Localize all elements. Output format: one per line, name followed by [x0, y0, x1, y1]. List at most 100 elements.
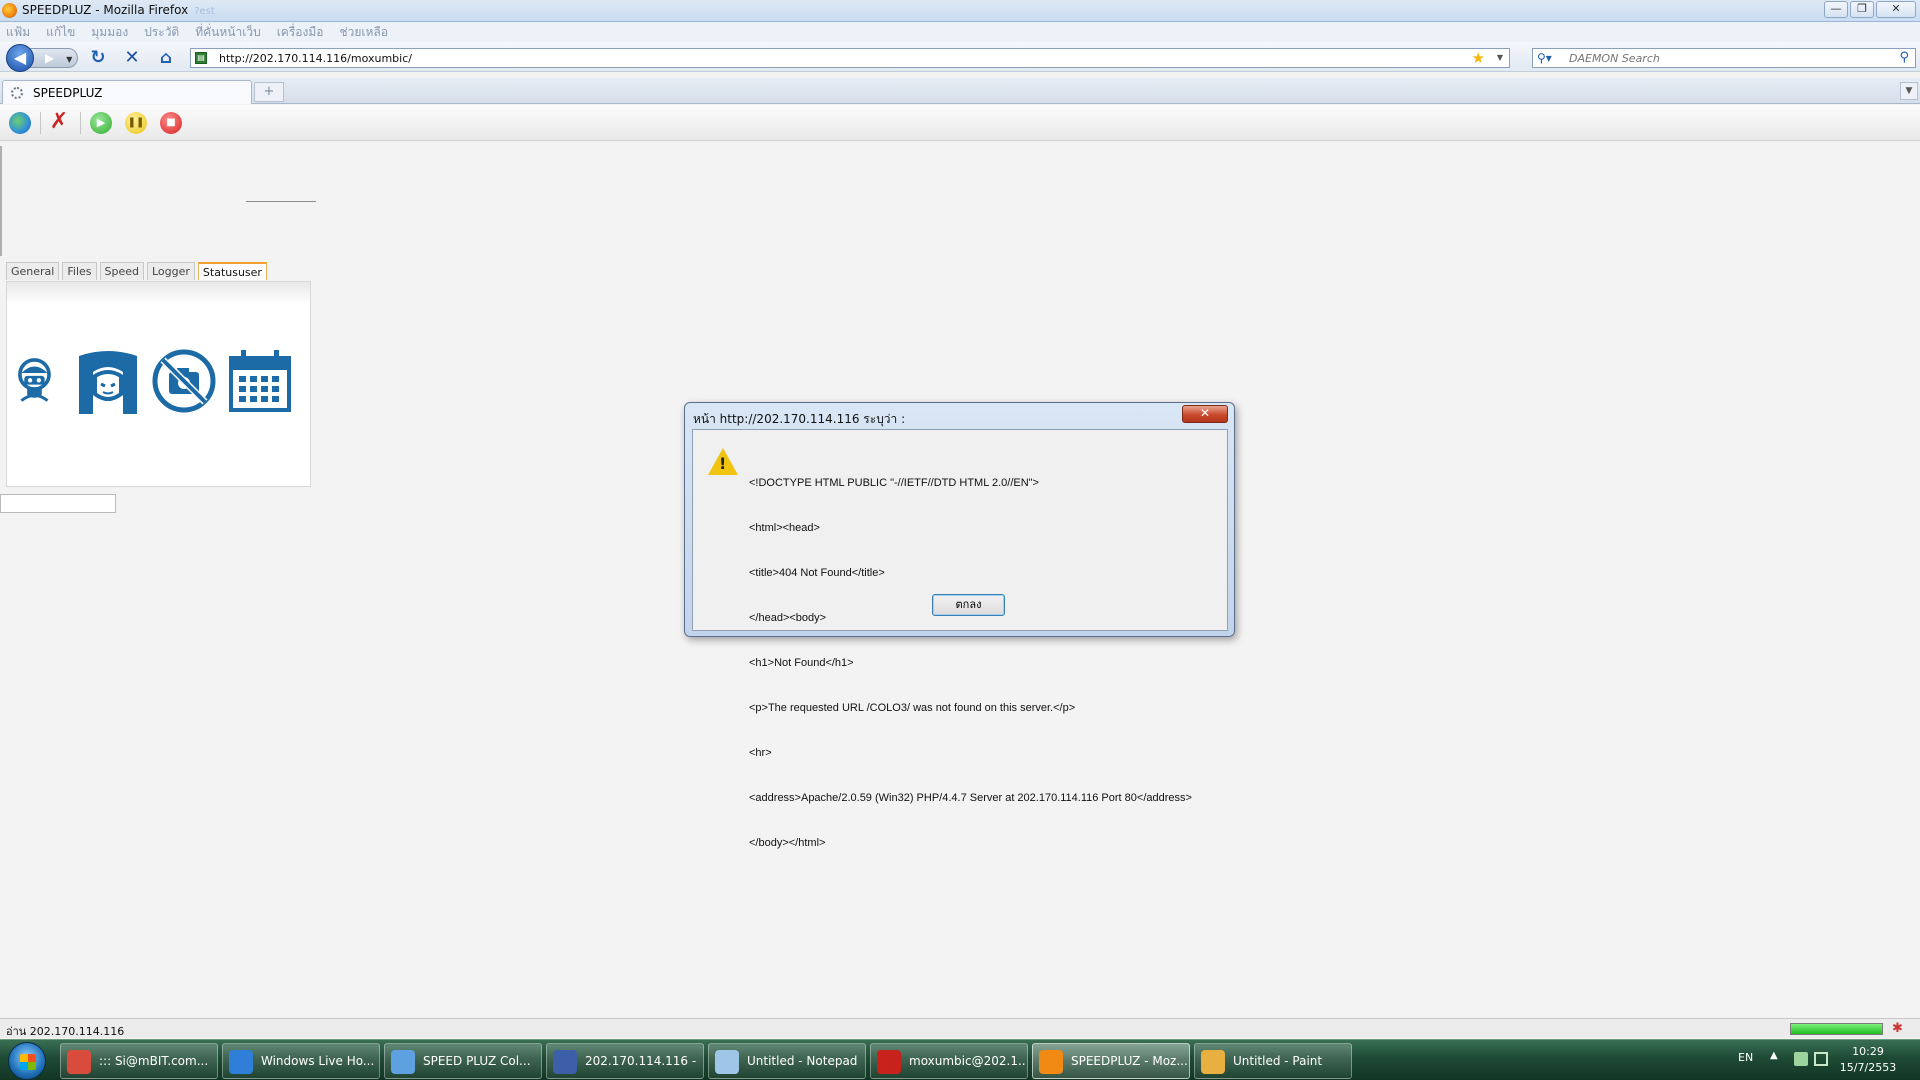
tab-speedpluz[interactable]: SPEEDPLUZ [2, 80, 252, 104]
statususer-panel [6, 281, 311, 487]
start-button[interactable] [8, 1042, 46, 1080]
message-line: </body></html> [749, 837, 826, 849]
window-title-text: SPEEDPLUZ - Mozilla Firefox [22, 3, 189, 17]
tab-files[interactable]: Files [62, 262, 97, 280]
task-label: ::: Si@mBIT.com... [99, 1054, 209, 1068]
back-button[interactable]: ◀ [6, 44, 34, 72]
site-identity-icon[interactable]: ▤ [195, 52, 207, 64]
message-line: <h1>Not Found</h1> [749, 657, 854, 669]
addon-status-icon[interactable]: ✱ [1892, 1021, 1908, 1037]
dialog-body: ! <!DOCTYPE HTML PUBLIC "-//IETF//DTD HT… [692, 429, 1228, 849]
dialog-close-button[interactable]: ✕ [1182, 405, 1228, 423]
ok-button[interactable]: ตกลง [932, 594, 1005, 616]
status-icon-row [17, 348, 293, 414]
toolbar-separator [40, 112, 41, 134]
home-icon[interactable]: ⌂ [156, 48, 176, 68]
menu-help[interactable]: ช่วยเหลือ [339, 23, 388, 42]
task-firefox[interactable]: SPEEDPLUZ - Moz... [1032, 1043, 1190, 1079]
system-tray: EN ▲ 10:29 15/7/2553 [1730, 1040, 1920, 1080]
task-remote-desktop[interactable]: 202.170.114.116 - ... [546, 1043, 704, 1079]
message-line: <!DOCTYPE HTML PUBLIC "-//IETF//DTD HTML… [749, 477, 1039, 489]
divider [246, 201, 316, 202]
clock[interactable]: 10:29 15/7/2553 [1838, 1044, 1898, 1076]
stop-icon[interactable]: ■ [160, 112, 182, 134]
tray-app-icon[interactable] [1814, 1052, 1828, 1066]
girl-icon[interactable] [75, 348, 141, 414]
dialog-title: หน้า http://202.170.114.116 ระบุว่า : [693, 412, 906, 426]
new-tab-button[interactable]: + [254, 82, 284, 102]
warning-mark: ! [719, 454, 727, 473]
message-line: <hr> [749, 747, 772, 759]
task-label: Untitled - Notepad [747, 1054, 858, 1068]
tab-speed[interactable]: Speed [99, 262, 144, 280]
tab-general[interactable]: General [6, 262, 60, 280]
paint-icon [1201, 1050, 1225, 1074]
task-messenger[interactable]: SPEED PLUZ Col... [384, 1043, 542, 1079]
user-mask-icon[interactable] [17, 348, 65, 414]
tab-logger[interactable]: Logger [146, 262, 195, 280]
task-label: 202.170.114.116 - ... [585, 1054, 701, 1068]
history-dropdown-icon[interactable]: ▼ [66, 55, 72, 64]
reload-icon[interactable]: ↻ [88, 48, 108, 68]
play-icon[interactable]: ▶ [90, 112, 112, 134]
menu-edit[interactable]: แก้ไข [46, 23, 75, 42]
tab-label: SPEEDPLUZ [33, 86, 103, 100]
window-title: SPEEDPLUZ - Mozilla Firefox ?est [22, 3, 215, 17]
menu-tools[interactable]: เครื่องมือ [277, 23, 324, 42]
task-ie[interactable]: Windows Live Ho... [222, 1043, 380, 1079]
search-input[interactable] [1569, 51, 1869, 65]
menu-bar: แฟ้ม แก้ไข มุมมอง ประวัติ ที่คั่นหน้าเว็… [0, 22, 1920, 42]
firefox-icon [1039, 1050, 1063, 1074]
task-label: Untitled - Paint [1233, 1054, 1323, 1068]
toolbar-separator [80, 112, 81, 134]
url-dropdown-icon[interactable]: ▼ [1497, 53, 1503, 62]
window-controls: — ❐ ✕ [1824, 1, 1916, 18]
forward-button[interactable]: ▶ ▼ [30, 48, 78, 68]
chrome-icon [67, 1050, 91, 1074]
network-icon[interactable] [1794, 1052, 1808, 1066]
menu-bookmarks[interactable]: ที่คั่นหน้าเว็บ [195, 23, 260, 42]
search-bar[interactable]: ⚲▾ ⚲ [1532, 48, 1916, 68]
search-engine-icon[interactable]: ⚲▾ [1537, 51, 1552, 65]
ie-icon [229, 1050, 253, 1074]
stop-load-icon[interactable]: ✕ [122, 48, 142, 68]
search-icon[interactable]: ⚲ [1899, 50, 1909, 65]
task-notepad[interactable]: Untitled - Notepad [708, 1043, 866, 1079]
menu-view[interactable]: มุมมอง [91, 23, 128, 42]
notepad-icon [715, 1050, 739, 1074]
alert-dialog: หน้า http://202.170.114.116 ระบุว่า : ✕ … [684, 402, 1235, 849]
maximize-button[interactable]: ❐ [1850, 1, 1874, 18]
no-camera-icon[interactable] [151, 348, 217, 414]
window-title-bar: SPEEDPLUZ - Mozilla Firefox ?est — ❐ ✕ [0, 0, 1920, 22]
globe-icon[interactable] [9, 112, 31, 134]
url-text[interactable]: http://202.170.114.116/moxumbic/ [219, 52, 412, 65]
clock-date: 15/7/2553 [1839, 1061, 1897, 1074]
minimize-button[interactable]: — [1824, 1, 1848, 18]
close-window-button[interactable]: ✕ [1876, 1, 1916, 18]
show-hidden-icons-icon[interactable]: ▲ [1770, 1050, 1778, 1061]
text-input[interactable] [0, 494, 116, 513]
page-tabs: General Files Speed Logger Statususer [6, 262, 267, 280]
bookmark-star-icon[interactable]: ★ [1472, 49, 1485, 67]
task-label: Windows Live Ho... [261, 1054, 375, 1068]
window-title-ghost: ?est [194, 6, 215, 17]
task-paint[interactable]: Untitled - Paint [1194, 1043, 1352, 1079]
task-label: moxumbic@202.1... [909, 1054, 1025, 1068]
url-bar[interactable]: ▤ http://202.170.114.116/moxumbic/ ★ ▼ [190, 48, 1510, 68]
divider [0, 146, 2, 256]
messenger-icon [391, 1050, 415, 1074]
language-indicator[interactable]: EN [1738, 1051, 1753, 1064]
menu-history[interactable]: ประวัติ [144, 23, 179, 42]
message-line: <title>404 Not Found</title> [749, 567, 885, 579]
taskbar: ::: Si@mBIT.com... Windows Live Ho... SP… [0, 1039, 1920, 1080]
menu-file[interactable]: แฟ้ม [6, 23, 30, 42]
task-filezilla[interactable]: moxumbic@202.1... [870, 1043, 1028, 1079]
task-chrome[interactable]: ::: Si@mBIT.com... [60, 1043, 218, 1079]
status-bar: อ่าน 202.170.114.116 ✱ [0, 1018, 1920, 1038]
delete-icon[interactable]: ✗ [48, 111, 70, 134]
list-all-tabs-icon[interactable]: ▼ [1900, 82, 1918, 100]
dialog-message: <!DOCTYPE HTML PUBLIC "-//IETF//DTD HTML… [749, 446, 1192, 881]
tab-statususer[interactable]: Statususer [197, 262, 267, 280]
calendar-icon[interactable] [227, 348, 293, 414]
pause-icon[interactable]: ❚❚ [125, 112, 147, 134]
